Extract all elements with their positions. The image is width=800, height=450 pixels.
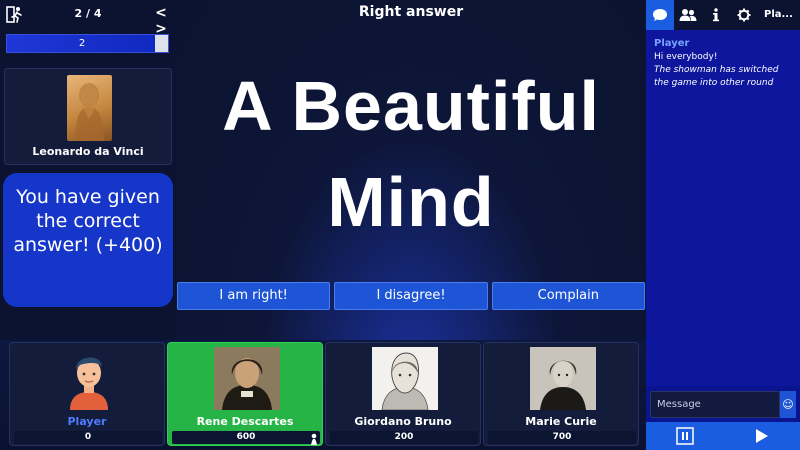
i-am-right-button[interactable]: I am right!: [177, 282, 331, 310]
system-message: The showman has switched the game into o…: [654, 65, 779, 88]
message-text: Hi everybody!: [654, 52, 718, 62]
showman-avatar: [67, 75, 112, 141]
player-avatar: [530, 347, 596, 410]
question-area: Right answer A Beautiful Mind I am right…: [176, 0, 646, 340]
exit-run-icon[interactable]: [6, 6, 24, 24]
player-avatar: [372, 347, 438, 410]
player-score: 200: [330, 431, 478, 444]
player-name: Giordano Bruno: [354, 415, 452, 428]
player-card-active[interactable]: Rene Descartes 600: [167, 342, 323, 446]
top-bar: 2 / 4 < >: [0, 0, 176, 37]
game-screen: 2 / 4 < > 2 Leonardo da Vinci You have g…: [0, 0, 800, 450]
question-text: A Beautiful Mind: [222, 67, 600, 241]
play-icon[interactable]: [751, 426, 771, 446]
pawn-icon: [309, 431, 319, 445]
side-tabs: Pla...: [646, 0, 800, 30]
player-avatar: [56, 347, 122, 410]
players-bar: Player 0 Rene Descartes 600 Giordano Bru…: [0, 340, 646, 450]
player-score: 0: [14, 431, 162, 444]
tab-players[interactable]: Pla...: [758, 0, 793, 30]
player-card[interactable]: Giordano Bruno 200: [325, 342, 481, 446]
players-icon[interactable]: [674, 0, 702, 30]
showman-card: Leonardo da Vinci: [4, 68, 172, 165]
timer-progress-bar: 2: [6, 34, 169, 53]
player-avatar: [214, 347, 280, 410]
player-name: Marie Curie: [525, 415, 597, 428]
message-input[interactable]: [650, 391, 780, 418]
round-navigation-icon[interactable]: < >: [150, 5, 172, 37]
progress-thumb: [155, 35, 168, 52]
disagree-button[interactable]: I disagree!: [334, 282, 488, 310]
game-controls: [646, 422, 800, 450]
player-score: 700: [488, 431, 636, 444]
chat-icon[interactable]: [646, 0, 674, 30]
player-score: 600: [172, 431, 320, 444]
gear-icon[interactable]: [730, 0, 758, 30]
action-buttons: I am right! I disagree! Complain: [177, 282, 645, 310]
chat-panel: Pla... Player Hi everybody! The showman …: [646, 0, 800, 450]
complain-button[interactable]: Complain: [491, 282, 645, 310]
emoji-icon[interactable]: ☺: [780, 391, 796, 418]
info-icon[interactable]: [702, 0, 730, 30]
player-name: Rene Descartes: [196, 415, 294, 428]
message-author: Player: [654, 38, 690, 49]
player-card[interactable]: Player 0: [9, 342, 165, 446]
left-panel: 2 / 4 < > 2 Leonardo da Vinci You have g…: [0, 0, 176, 340]
showman-name: Leonardo da Vinci: [32, 145, 144, 158]
player-card[interactable]: Marie Curie 700: [483, 342, 639, 446]
chat-messages: Player Hi everybody! The showman has swi…: [646, 30, 800, 386]
question-header: Right answer: [358, 4, 464, 20]
progress-label: 2: [78, 38, 86, 49]
pause-icon[interactable]: [675, 426, 695, 446]
player-name: Player: [67, 415, 107, 428]
round-counter: 2 / 4: [74, 7, 102, 20]
answer-feedback-bubble: You have given the correct answer! (+400…: [3, 173, 173, 307]
